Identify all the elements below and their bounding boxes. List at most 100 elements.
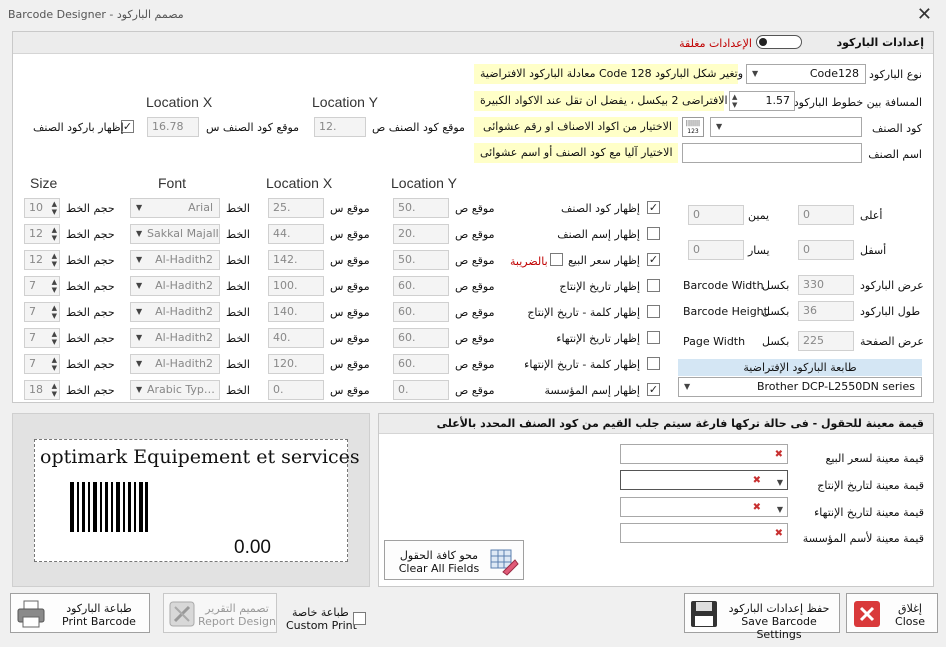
clear-x-icon[interactable]: ✖ <box>775 446 783 463</box>
field-show-checkbox[interactable] <box>647 331 660 344</box>
field-show-checkbox[interactable]: ✓ <box>647 383 660 396</box>
field-show-checkbox[interactable]: ✓ <box>647 201 660 214</box>
font-select[interactable]: ▼ Al-Hadith2 <box>130 250 220 270</box>
size-label: حجم الخط <box>66 358 115 371</box>
margin-top-input[interactable]: 0 <box>798 205 854 225</box>
stepper-arrows-icon[interactable]: ▲ ▼ <box>52 278 57 294</box>
org-default-input[interactable]: ✖ <box>620 523 788 543</box>
field-show-checkbox[interactable] <box>647 357 660 370</box>
loc-x-input[interactable]: 140. <box>268 302 324 322</box>
page-width-input[interactable]: 225 <box>798 331 854 351</box>
loc-y-label: موقع ص <box>455 254 495 267</box>
chevron-down-icon: ▼ <box>716 122 723 131</box>
loc-x-input[interactable]: 120. <box>268 354 324 374</box>
font-select[interactable]: ▼ Al-Hadith2 <box>130 328 220 348</box>
font-label: الخط <box>226 332 250 345</box>
save-ar: حفظ إعدادات الباركود <box>728 602 830 615</box>
loc-x-label: موقع س <box>330 384 370 397</box>
settings-toggle[interactable] <box>756 35 802 49</box>
printer-select[interactable]: ▼ Brother DCP-L2550DN series <box>678 377 922 397</box>
size-stepper[interactable]: 7 ▲ ▼ <box>24 276 60 296</box>
loc-y-input[interactable]: 50. <box>393 198 449 218</box>
page-width-label: عرض الصفحة <box>860 335 924 348</box>
clear-x-icon[interactable]: ✖ <box>753 499 761 516</box>
clear-all-fields-button[interactable]: محو كافة الحقول Clear All Fields <box>384 540 524 580</box>
price-default-input[interactable]: ✖ <box>620 444 788 464</box>
barcode-type-select[interactable]: ▼ Code128 <box>746 64 866 84</box>
stepper-arrows-icon[interactable]: ▲ ▼ <box>52 304 57 320</box>
field-show-checkbox[interactable]: ✓ <box>647 253 660 266</box>
field-show-checkbox[interactable] <box>647 305 660 318</box>
close-button[interactable]: إغلاق Close <box>846 593 938 633</box>
stepper-arrows-icon[interactable]: ▲ ▼ <box>52 330 57 346</box>
loc-x-input[interactable]: 142. <box>268 250 324 270</box>
stepper-arrows-icon[interactable]: ▲ ▼ <box>52 356 57 372</box>
loc-y-input[interactable]: 60. <box>393 276 449 296</box>
stepper-arrows-icon[interactable]: ▲ ▼ <box>52 226 57 242</box>
stepper-arrows-icon[interactable]: ▲ ▼ <box>732 93 737 109</box>
size-stepper[interactable]: 18 ▲ ▼ <box>24 380 60 400</box>
size-stepper[interactable]: 12 ▲ ▼ <box>24 224 60 244</box>
loc-y-top-input[interactable]: 12. <box>314 117 366 137</box>
size-stepper[interactable]: 10 ▲ ▼ <box>24 198 60 218</box>
spacing-stepper[interactable]: ▲ ▼ 1.57 <box>729 91 795 111</box>
size-stepper[interactable]: 12 ▲ ▼ <box>24 250 60 270</box>
loc-x-input[interactable]: 25. <box>268 198 324 218</box>
stepper-arrows-icon[interactable]: ▲ ▼ <box>52 382 57 398</box>
dropdown-arrow-icon[interactable]: ▼ <box>777 474 783 489</box>
loc-y-input[interactable]: 0. <box>393 380 449 400</box>
loc-y-input[interactable]: 60. <box>393 354 449 374</box>
font-label: الخط <box>226 228 250 241</box>
barcode-width-input[interactable]: 330 <box>798 275 854 295</box>
loc-y-input[interactable]: 50. <box>393 250 449 270</box>
loc-x-heading: Location X <box>266 175 333 191</box>
font-label: الخط <box>226 280 250 293</box>
item-code-select[interactable]: ▼ <box>710 117 862 137</box>
size-stepper[interactable]: 7 ▲ ▼ <box>24 354 60 374</box>
stepper-arrows-icon[interactable]: ▲ ▼ <box>52 252 57 268</box>
loc-x-top-input[interactable]: 16.78 <box>147 117 199 137</box>
loc-x-input[interactable]: 40. <box>268 328 324 348</box>
loc-y-input[interactable]: 60. <box>393 328 449 348</box>
save-settings-button[interactable]: حفظ إعدادات الباركود Save Barcode Settin… <box>684 593 840 641</box>
field-show-checkbox[interactable] <box>647 279 660 292</box>
clear-x-icon[interactable]: ✖ <box>753 472 761 489</box>
price-default-label: قيمة معينة لسعر البيع <box>825 452 924 465</box>
margin-left-input[interactable]: 0 <box>688 240 744 260</box>
clear-en: Clear All Fields <box>398 562 480 575</box>
stepper-arrows-icon[interactable]: ▲ ▼ <box>52 200 57 216</box>
font-select[interactable]: ▼ Al-Hadith2 <box>130 276 220 296</box>
print-barcode-button[interactable]: طباعة الباركود Print Barcode <box>10 593 150 633</box>
loc-x-input[interactable]: 44. <box>268 224 324 244</box>
barcode-height-input[interactable]: 36 <box>798 301 854 321</box>
clear-x-icon[interactable]: ✖ <box>775 525 783 542</box>
dropdown-arrow-icon[interactable]: ▼ <box>777 501 783 516</box>
custom-print-checkbox[interactable] <box>353 612 366 625</box>
exp-default-input[interactable]: ✖ ▼ <box>620 497 788 517</box>
item-code-hint: الاختيار من اكواد الاصناف او رقم عشوائى <box>474 117 678 137</box>
size-stepper[interactable]: 7 ▲ ▼ <box>24 302 60 322</box>
prod-default-label: قيمة معينة لتاريخ الإنتاج <box>817 479 924 492</box>
font-select[interactable]: ▼ Sakkal Majalla <box>130 224 220 244</box>
report-design-button[interactable]: تصميم التقرير Report Design <box>163 593 277 633</box>
loc-x-input[interactable]: 100. <box>268 276 324 296</box>
prod-default-input[interactable]: ✖ ▼ <box>620 470 788 490</box>
font-select[interactable]: ▼ Al-Hadith2 <box>130 302 220 322</box>
close-window-icon[interactable]: ✕ <box>917 4 932 25</box>
loc-x-input[interactable]: 0. <box>268 380 324 400</box>
tax-checkbox[interactable] <box>550 253 563 266</box>
margin-bottom-input[interactable]: 0 <box>798 240 854 260</box>
barcode-scan-icon[interactable]: ||||||| 123 <box>682 117 704 137</box>
font-label: الخط <box>226 254 250 267</box>
barcode-type-label: نوع الباركود <box>868 68 922 81</box>
margin-right-input[interactable]: 0 <box>688 205 744 225</box>
font-select[interactable]: ▼ Arial <box>130 198 220 218</box>
font-select[interactable]: ▼ Arabic Typ… <box>130 380 220 400</box>
font-select[interactable]: ▼ Al-Hadith2 <box>130 354 220 374</box>
loc-y-input[interactable]: 20. <box>393 224 449 244</box>
field-show-checkbox[interactable] <box>647 227 660 240</box>
loc-y-input[interactable]: 60. <box>393 302 449 322</box>
size-stepper[interactable]: 7 ▲ ▼ <box>24 328 60 348</box>
printer-icon <box>17 600 45 628</box>
item-name-input[interactable] <box>682 143 862 163</box>
